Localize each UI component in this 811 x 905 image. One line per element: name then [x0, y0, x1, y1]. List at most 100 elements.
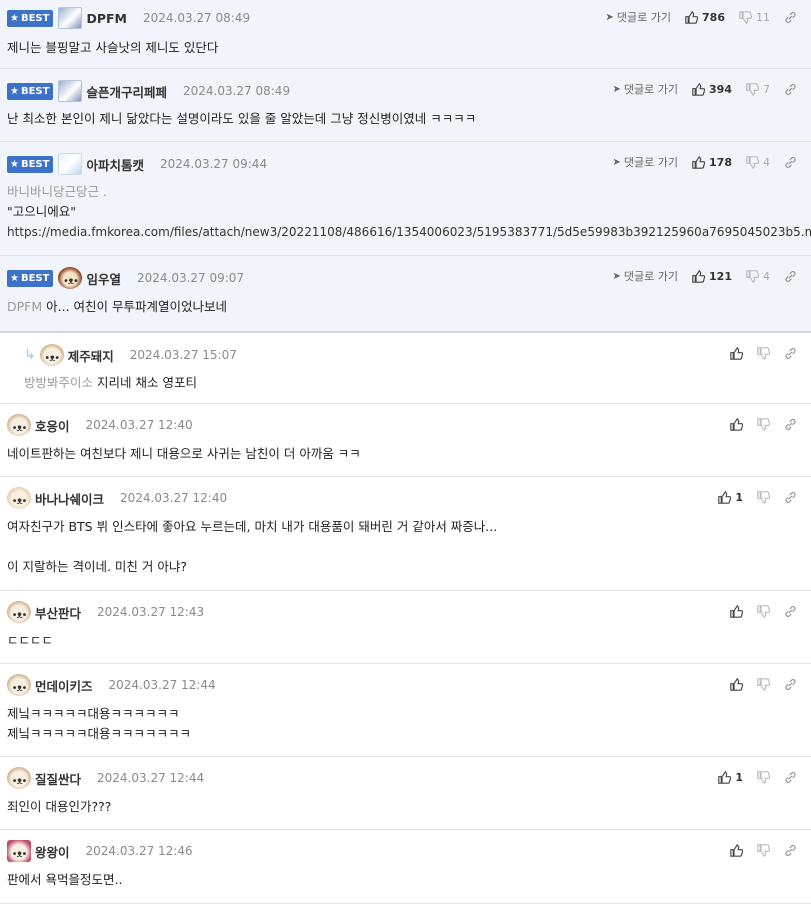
avatar[interactable]: •ᴥ•: [7, 601, 31, 623]
permalink-button[interactable]: [783, 770, 797, 784]
comment-meta: •ᴥ• 왕왕이 2024.03.27 12:46: [7, 840, 193, 862]
link-icon: [783, 417, 797, 431]
comment-actions: 1: [704, 769, 797, 785]
downvote-button[interactable]: [756, 346, 770, 360]
nickname[interactable]: 바나나쉐이크: [35, 489, 104, 508]
avatar[interactable]: •ᴥ•: [58, 267, 83, 289]
upvote-button[interactable]: [729, 604, 743, 618]
nickname[interactable]: 아파치톰캣: [86, 155, 144, 174]
downvote-button[interactable]: 11: [738, 10, 770, 24]
comment-text: 제닠ㅋㅋㅋㅋㅋ대용ㅋㅋㅋㅋㅋㅋ: [7, 706, 180, 721]
downvote-count: 7: [763, 82, 770, 96]
upvote-button[interactable]: [729, 417, 743, 431]
nickname[interactable]: 왕왕이: [35, 842, 70, 861]
upvote-button[interactable]: 121: [691, 269, 732, 283]
puppy-face-icon: •ᴥ•: [11, 683, 28, 694]
comment-actions: ➤ 댓글로 가기 178 4: [613, 154, 797, 170]
thumbs-down-icon: [756, 677, 770, 691]
avatar[interactable]: •ᴥ•: [7, 487, 31, 509]
downvote-button[interactable]: [756, 417, 770, 431]
permalink-button[interactable]: [783, 417, 797, 431]
permalink-button[interactable]: [783, 604, 797, 618]
downvote-button[interactable]: [756, 490, 770, 504]
upvote-count: 178: [709, 155, 732, 169]
downvote-button[interactable]: 4: [745, 269, 770, 283]
link-icon: [783, 770, 797, 784]
upvote-button[interactable]: [729, 843, 743, 857]
mention-line[interactable]: 바니바니당근당근 .: [7, 182, 801, 202]
upvote-button[interactable]: [729, 677, 743, 691]
permalink-button[interactable]: [783, 843, 797, 857]
go-to-reply-link[interactable]: ➤ 댓글로 가기: [606, 9, 672, 25]
link-icon: [783, 269, 797, 283]
downvote-button[interactable]: 7: [745, 82, 770, 96]
thumbs-down-icon: [745, 155, 759, 169]
permalink-button[interactable]: [783, 155, 797, 169]
permalink-button[interactable]: [783, 677, 797, 691]
nickname[interactable]: DPFM: [86, 11, 127, 26]
avatar[interactable]: •ᴥ•: [7, 674, 31, 696]
comment: •ᴥ• 왕왕이 2024.03.27 12:46 판에서 욕먹을정도면..: [0, 830, 811, 904]
avatar[interactable]: •ᴥ•: [39, 344, 64, 366]
thumbs-down-icon: [745, 269, 759, 283]
thumbs-up-icon: [729, 843, 743, 857]
avatar[interactable]: •ᴥ•: [7, 767, 31, 789]
nickname[interactable]: 질질싼다: [35, 769, 81, 788]
avatar[interactable]: •ᴥ•: [7, 414, 31, 436]
upvote-button[interactable]: 178: [691, 155, 732, 169]
avatar[interactable]: [58, 7, 83, 29]
upvote-button[interactable]: 786: [684, 10, 725, 24]
best-badge: ★ BEST: [7, 269, 54, 287]
go-to-reply-link[interactable]: ➤ 댓글로 가기: [613, 81, 679, 97]
permalink-button[interactable]: [783, 490, 797, 504]
nickname[interactable]: 먼데이키즈: [35, 676, 93, 695]
go-to-reply-link[interactable]: ➤ 댓글로 가기: [613, 154, 679, 170]
comment-actions: [716, 416, 797, 432]
thumbs-up-icon: [717, 770, 731, 784]
attachment-url[interactable]: https://media.fmkorea.com/files/attach/n…: [7, 222, 811, 242]
comment-date: 2024.03.27 08:49: [182, 84, 291, 98]
nickname[interactable]: 임우열: [86, 269, 121, 288]
pet-face-icon: •ᴥ•: [11, 496, 28, 507]
mention[interactable]: DPFM: [7, 299, 42, 314]
avatar[interactable]: [58, 153, 83, 175]
comment-meta: ★ BEST DPFM 2024.03.27 08:49: [7, 7, 250, 29]
mention[interactable]: 방방봐주이소: [24, 375, 93, 390]
upvote-button[interactable]: [729, 346, 743, 360]
link-icon: [783, 346, 797, 360]
best-badge: ★ BEST: [7, 155, 54, 173]
avatar[interactable]: [58, 80, 83, 102]
comment-date: 2024.03.27 12:40: [120, 491, 228, 505]
upvote-button[interactable]: 1: [717, 490, 743, 504]
link-icon: [783, 604, 797, 618]
thumbs-down-icon: [738, 10, 752, 24]
thumbs-up-icon: [684, 10, 698, 24]
permalink-button[interactable]: [783, 269, 797, 283]
upvote-count: 394: [709, 82, 732, 96]
nickname[interactable]: 부산판다: [35, 603, 81, 622]
nickname[interactable]: 제주돼지: [68, 346, 114, 365]
nickname[interactable]: 슬픈개구리페페: [86, 82, 167, 101]
downvote-button[interactable]: [756, 770, 770, 784]
comment-meta: •ᴥ• 부산판다 2024.03.27 12:43: [7, 601, 204, 623]
downvote-button[interactable]: [756, 677, 770, 691]
nickname[interactable]: 호응이: [35, 416, 70, 435]
avatar[interactable]: •ᴥ•: [7, 840, 31, 862]
thumbs-up-icon: [691, 269, 705, 283]
go-to-reply-link[interactable]: ➤ 댓글로 가기: [613, 268, 679, 284]
permalink-button[interactable]: [783, 82, 797, 96]
comment-actions: [716, 676, 797, 692]
permalink-button[interactable]: [783, 346, 797, 360]
upvote-button[interactable]: 394: [691, 82, 732, 96]
upvote-button[interactable]: 1: [717, 770, 743, 784]
downvote-button[interactable]: 4: [745, 155, 770, 169]
puppy-face-icon: •ᴥ•: [11, 849, 28, 860]
permalink-button[interactable]: [783, 10, 797, 24]
comment-meta: ★ BEST 슬픈개구리페페 2024.03.27 08:49: [7, 80, 291, 102]
comment-body: 제닠ㅋㅋㅋㅋㅋ대용ㅋㅋㅋㅋㅋㅋ 제닠ㅋㅋㅋㅋㅋ대용ㅋㅋㅋㅋㅋㅋㅋ: [7, 704, 801, 744]
comment-date: 2024.03.27 12:46: [85, 844, 193, 858]
downvote-button[interactable]: [756, 604, 770, 618]
star-icon: ★: [10, 158, 19, 170]
downvote-button[interactable]: [756, 843, 770, 857]
send-icon: ➤: [612, 83, 621, 95]
